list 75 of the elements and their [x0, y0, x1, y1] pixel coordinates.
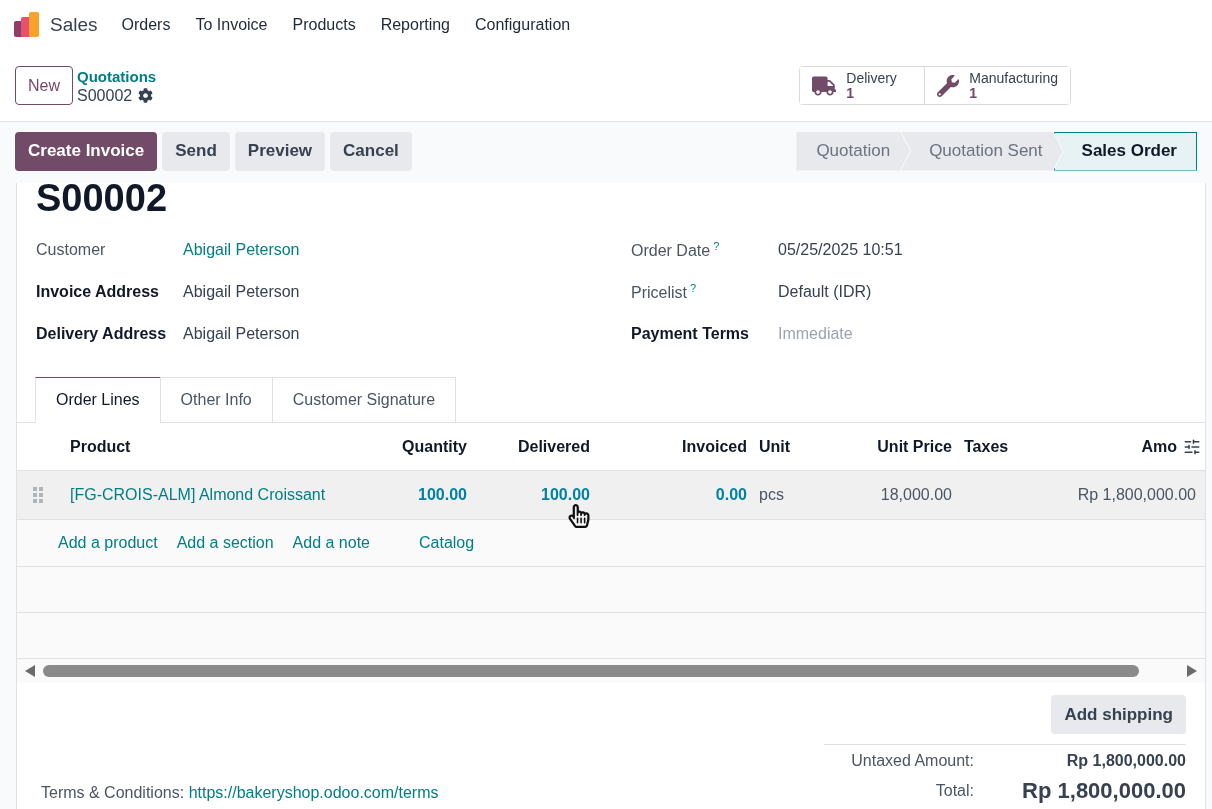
field-value: Abigail Peterson: [183, 283, 301, 301]
column-header[interactable]: Amo: [1042, 437, 1177, 456]
total-value: Rp 1,800,000.00: [1065, 751, 1186, 771]
field-label: Delivery Address: [36, 325, 168, 343]
record-name: S00002: [77, 85, 133, 105]
status-step[interactable]: Sales Order: [1053, 131, 1197, 171]
field-value: 05/25/2025 10:51: [778, 241, 904, 259]
table-cell[interactable]: 100.00: [348, 486, 467, 504]
column-header[interactable]: Unit: [747, 437, 827, 456]
column-header[interactable]: Delivered: [467, 437, 590, 456]
field-value[interactable]: Abigail Peterson: [183, 241, 631, 259]
help-mark[interactable]: ?: [690, 281, 697, 294]
menu-item[interactable]: Orders: [121, 16, 171, 34]
field-label: Customer: [36, 241, 107, 259]
tab[interactable]: Other Info: [159, 377, 273, 423]
smart-button-label: Manufacturing: [969, 70, 1058, 86]
help-mark[interactable]: ?: [713, 239, 720, 252]
add-line-link[interactable]: Add a product: [58, 534, 158, 552]
table-cell-text: 18,000.00: [879, 486, 952, 504]
column-header[interactable]: Unit Price: [827, 437, 952, 456]
drag-handle-icon[interactable]: [33, 487, 43, 503]
column-header[interactable]: Invoiced: [590, 437, 747, 456]
action-button[interactable]: Preview: [234, 131, 326, 171]
field-label: Order Date $^{?}$: [631, 239, 721, 261]
menu-item[interactable]: To Invoice: [195, 16, 268, 34]
hand-pointer-icon: [567, 504, 591, 528]
add-line-link[interactable]: Add a section: [176, 534, 274, 552]
new-button[interactable]: New: [15, 66, 73, 105]
menu-item[interactable]: Configuration: [475, 16, 571, 34]
smart-button-count: 1: [969, 85, 978, 101]
smart-button[interactable]: Delivery 1: [800, 67, 926, 104]
table-cell[interactable]: 0.00: [590, 486, 747, 504]
tab[interactable]: Order Lines: [35, 377, 161, 423]
breadcrumb-link[interactable]: Quotations: [77, 66, 157, 86]
table-cell[interactable]: [FG-CROIS-ALM] Almond Croissant: [58, 486, 348, 504]
smart-button-count: 1: [846, 85, 855, 101]
table-cell-text: Rp 1,800,000.00: [1076, 486, 1197, 504]
add-shipping-button[interactable]: Add shipping: [1051, 695, 1186, 734]
app-name[interactable]: Sales: [50, 14, 98, 36]
field-value: Default (IDR): [778, 283, 873, 301]
field-label: Invoice Address: [36, 283, 160, 301]
action-button[interactable]: Cancel: [330, 131, 412, 171]
terms-text: Terms & Conditions: https://bakeryshop.odoo.com/terms: [41, 784, 440, 802]
table-cell[interactable]: 100.00: [467, 486, 590, 504]
input-field[interactable]: Immediate: [778, 325, 978, 343]
terms-link[interactable]: https://bakeryshop.odoo.com/terms: [188, 784, 439, 801]
smart-button-label: Delivery: [846, 70, 897, 86]
action-button[interactable]: Send: [162, 131, 230, 171]
app-logo-icon: [14, 12, 40, 38]
scrollbar-thumb[interactable]: [43, 665, 1139, 677]
column-header[interactable]: Quantity: [348, 437, 467, 456]
field-label: Pricelist $^{?}$: [631, 281, 698, 303]
scroll-right-icon[interactable]: [1187, 665, 1197, 677]
total-value: Rp 1,800,000.00: [1021, 777, 1186, 805]
settings-icon[interactable]: [138, 87, 154, 103]
field-value: Abigail Peterson: [183, 325, 301, 343]
column-header[interactable]: Taxes: [952, 437, 1042, 456]
action-button[interactable]: Create Invoice: [15, 131, 158, 171]
add-line-link[interactable]: Add a note: [292, 534, 370, 552]
scroll-left-icon[interactable]: [25, 665, 35, 677]
add-line-link[interactable]: Catalog: [419, 534, 475, 552]
column-header[interactable]: Product: [58, 437, 348, 456]
record-title: S00002: [35, 183, 168, 221]
status-step[interactable]: Quotation Sent: [901, 131, 1063, 171]
status-step[interactable]: Quotation: [796, 131, 911, 171]
total-label: Total:: [934, 782, 974, 800]
menu-item[interactable]: Reporting: [380, 16, 450, 34]
column-settings-icon[interactable]: [1183, 437, 1201, 456]
menu-item[interactable]: Products: [292, 16, 356, 34]
tab[interactable]: Customer Signature: [271, 377, 457, 423]
truck-icon: [812, 73, 837, 98]
field-label: Payment Terms: [631, 325, 750, 343]
table-cell-text: pcs: [758, 486, 785, 504]
total-label: Untaxed Amount:: [850, 752, 974, 770]
wrench-icon: [937, 74, 960, 97]
